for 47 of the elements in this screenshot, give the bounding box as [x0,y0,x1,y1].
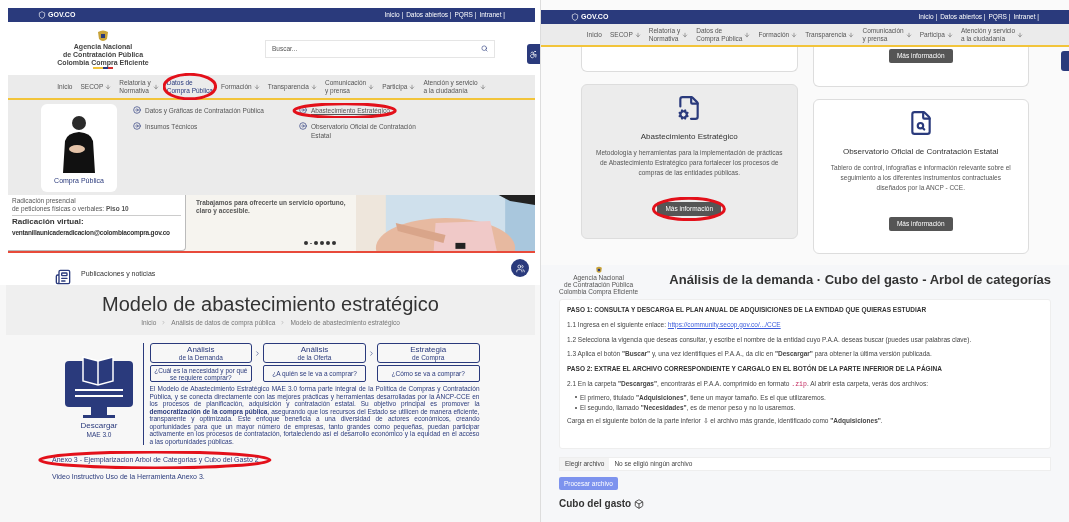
arrow-down-icon [479,83,486,90]
shield-icon [571,13,579,21]
accessibility-button[interactable] [527,44,540,64]
arrow-down-icon [105,83,112,90]
arrow-down-icon [946,31,953,38]
chevron-icon [280,320,286,325]
flag-stripe [93,66,113,69]
arrow-down-icon [905,31,912,38]
cube-icon [634,498,645,509]
card-title: Observatorio Oficial de Contratación Estatal [842,146,999,158]
arrow-down-icon [791,31,798,38]
arrow-down-icon [744,31,751,38]
arrow-down-icon [848,31,855,38]
chevron-icon [367,350,375,357]
shield-icon [38,11,46,19]
stage-title: Análisis [187,345,215,354]
download-label[interactable]: Descargar [80,421,118,430]
virtual-title: Radicación virtual: [12,215,181,228]
arrow-circle-icon [133,106,141,114]
arrow-down-icon [409,83,416,90]
emblem-icon [594,265,603,274]
newspaper-icon [53,269,73,285]
accessibility-icon [529,49,538,59]
monitor-book-icon [63,353,135,421]
arrow-down-icon [368,83,375,90]
stage-title: Estrategia [410,345,447,354]
arrow-circle-icon [133,122,141,130]
arrow-down-icon [152,83,159,90]
card-title: Abastecimiento Estratégico [640,131,738,143]
chat-button[interactable] [511,259,529,277]
arrow-down-icon [253,83,260,90]
arrow-down-icon [1017,31,1024,38]
search-icon [481,45,488,52]
accessibility-button[interactable] [1061,51,1069,71]
page-title: Modelo de abastecimiento estratégico [102,292,439,315]
emblem-icon [96,28,110,43]
stage-title: Análisis [300,345,329,354]
people-icon [515,263,525,273]
page-title: Análisis de la demanda · Cubo del gasto - Arbol de categorías [669,271,1051,290]
arrow-circle-icon [299,122,307,130]
arrow-down-icon [311,83,317,90]
chevron-icon [161,320,167,325]
section-title: Cubo del gasto [559,497,632,511]
arrow-down-icon [634,31,641,38]
arrow-down-icon [682,31,689,38]
chevron-icon [254,350,262,357]
arrow-circle-icon [299,106,307,114]
